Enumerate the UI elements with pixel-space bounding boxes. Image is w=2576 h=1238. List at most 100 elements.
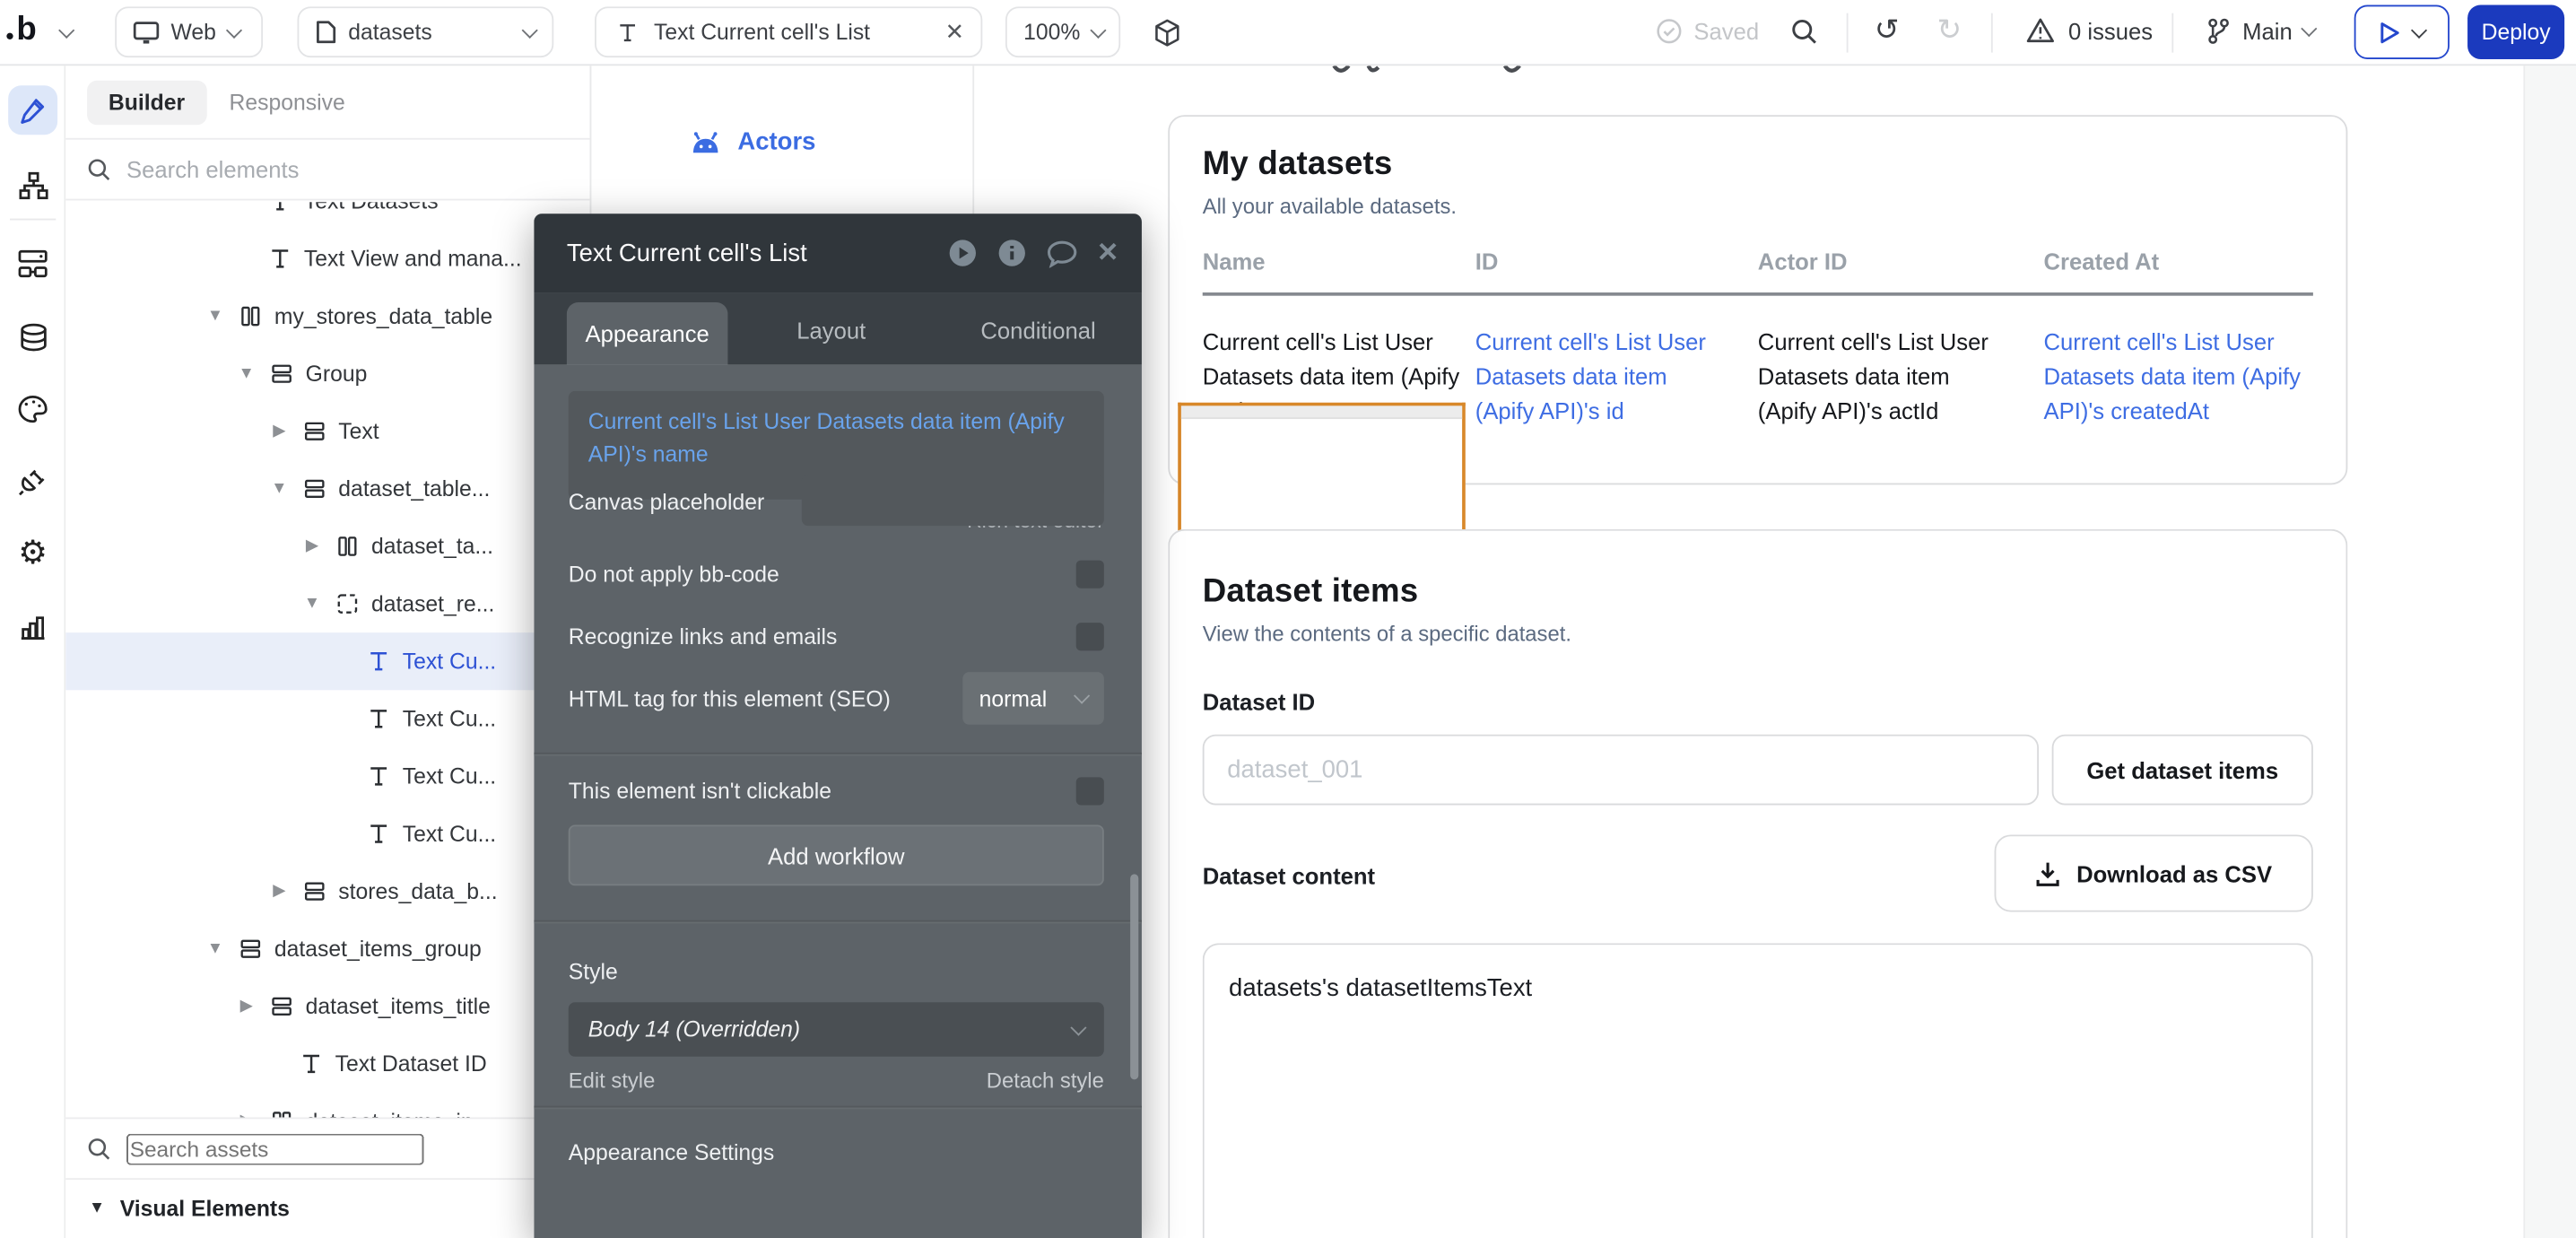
tree-item[interactable]: ▸ Text Datasets (65, 202, 589, 230)
tree-item[interactable]: ▶ stores_data_b... (65, 863, 589, 920)
cell-actor-id[interactable]: Current cell's List User Datasets data i… (1758, 301, 2005, 428)
text-element-icon (363, 704, 393, 734)
caret-right-icon[interactable]: ▶ (269, 883, 289, 901)
caret-down-icon[interactable]: ▼ (302, 595, 322, 613)
caret-down-icon[interactable]: ▼ (205, 308, 225, 326)
get-dataset-items-button[interactable]: Get dataset items (2052, 735, 2313, 806)
caret-down-icon[interactable]: ▼ (237, 365, 257, 383)
column-header: Created At (2044, 248, 2320, 275)
rail-pages-button[interactable] (8, 161, 57, 210)
bubble-logo[interactable]: b (16, 12, 36, 49)
close-icon[interactable]: ✕ (1097, 237, 1119, 270)
rail-design-button[interactable] (8, 85, 57, 135)
rail-workflow-button[interactable] (8, 239, 57, 288)
style-dropdown[interactable]: Body 14 (Overridden) (569, 1002, 1104, 1056)
caret-down-icon[interactable]: ▼ (205, 940, 225, 958)
page-selector[interactable]: datasets (298, 6, 554, 57)
undo-icon[interactable]: ↺ (1875, 13, 1900, 48)
visual-elements-section[interactable]: ▼ Visual Elements (65, 1178, 589, 1238)
html-tag-dropdown[interactable]: normal (962, 672, 1104, 725)
caret-down-icon[interactable]: ▼ (269, 480, 289, 498)
inspector-header[interactable]: Text Current cell's List ✕ (534, 214, 1142, 292)
issues-indicator[interactable]: 0 issues (2025, 16, 2153, 44)
tab-responsive[interactable]: Responsive (230, 90, 345, 114)
tree-item[interactable]: ▼ dataset_re... (65, 575, 589, 632)
element-tab[interactable]: Text Current cell's List ✕ (595, 6, 982, 57)
tab-appearance[interactable]: Appearance (567, 302, 727, 365)
toolbar-divider (1847, 13, 1849, 53)
cell-created-at[interactable]: Current cell's List User Datasets data i… (2044, 301, 2320, 428)
deploy-button[interactable]: Deploy (2467, 4, 2564, 58)
section-divider (534, 753, 1142, 754)
chevron-down-icon (2411, 22, 2427, 38)
columns-element-icon (266, 1107, 296, 1118)
edit-style-link[interactable]: Edit style (569, 1068, 656, 1093)
search-elements-input[interactable] (126, 156, 504, 182)
plug-icon (16, 465, 49, 498)
tree-item[interactable]: ▶ dataset_ta... (65, 518, 589, 575)
rail-settings-button[interactable]: ⚙ (8, 529, 57, 579)
tree-item[interactable]: ▸ Text View and mana... (65, 230, 589, 287)
not-clickable-checkbox[interactable] (1076, 777, 1104, 805)
branch-selector[interactable]: Main (2205, 16, 2315, 46)
tree-item[interactable]: ▸ Text Cu... (65, 747, 589, 805)
caret-right-icon[interactable]: ▶ (302, 537, 322, 555)
element-tree: ▸ Text Datasets ▸ Text View and mana... … (65, 202, 589, 1117)
add-workflow-button[interactable]: Add workflow (569, 824, 1104, 885)
search-icon[interactable] (1790, 18, 1818, 46)
selection-grip[interactable] (1181, 405, 1462, 419)
tree-item[interactable]: ▶ dataset_items_in... (65, 1093, 589, 1117)
canvas-placeholder-input[interactable] (802, 475, 1104, 526)
tree-item[interactable]: ▼ my_stores_data_table (65, 288, 589, 345)
sidebar-item-actors[interactable]: Actors (690, 128, 815, 156)
caret-right-icon[interactable]: ▶ (269, 423, 289, 440)
logo-chevron-down-icon[interactable] (58, 22, 74, 39)
preview-button[interactable] (2354, 4, 2450, 58)
tab-builder[interactable]: Builder (87, 80, 206, 124)
inspector-title: Text Current cell's List (567, 239, 947, 266)
dataset-content-text: datasets's datasetItemsText (1229, 974, 1532, 1002)
inspector-scrollbar[interactable] (1130, 874, 1138, 1079)
tree-item[interactable]: ▶ Text (65, 403, 589, 460)
rail-logs-button[interactable] (8, 601, 57, 650)
asset-search (65, 1117, 589, 1178)
saved-status: Saved (1656, 18, 1759, 44)
search-icon (87, 157, 111, 181)
download-csv-button[interactable]: Download as CSV (1995, 834, 2313, 911)
tab-layout[interactable]: Layout (727, 317, 935, 364)
tree-item[interactable]: ▼ dataset_table... (65, 460, 589, 518)
close-icon[interactable]: ✕ (945, 18, 964, 46)
branch-label: Main (2242, 18, 2293, 44)
palette-icon (16, 395, 49, 424)
bb-code-checkbox[interactable] (1076, 561, 1104, 588)
rows-element-icon (299, 416, 328, 446)
links-emails-checkbox[interactable] (1076, 623, 1104, 650)
detach-style-link[interactable]: Detach style (987, 1068, 1104, 1093)
caret-right-icon[interactable]: ▶ (237, 998, 257, 1016)
dataset-id-input[interactable] (1203, 735, 2039, 806)
tree-item[interactable]: ▸ Text Cu... (65, 805, 589, 862)
run-icon[interactable] (947, 239, 977, 268)
comment-icon[interactable] (1046, 239, 1077, 266)
tree-item[interactable]: ▼ dataset_items_group (65, 920, 589, 978)
style-label: Style (569, 960, 618, 984)
rail-data-button[interactable] (8, 312, 57, 362)
tree-item[interactable]: ▼ Group (65, 345, 589, 403)
rail-plugins-button[interactable] (8, 457, 57, 506)
tree-item[interactable]: ▸ Text Cu... (65, 690, 589, 747)
tree-item[interactable]: ▶ dataset_items_title (65, 978, 589, 1035)
platform-selector[interactable]: Web (115, 6, 263, 57)
search-assets-input[interactable] (126, 1133, 424, 1164)
redo-icon: ↻ (1936, 13, 1962, 48)
tree-item[interactable]: ▸ Text Dataset ID (65, 1035, 589, 1093)
rail-styles-button[interactable] (8, 385, 57, 434)
info-icon[interactable] (996, 239, 1026, 268)
tab-conditional[interactable]: Conditional (935, 317, 1142, 364)
zoom-selector[interactable]: 100% (1005, 6, 1120, 57)
selected-element-outline[interactable] (1178, 403, 1466, 545)
text-element-icon (613, 17, 642, 47)
tree-item-selected[interactable]: ▸ Text Cu... (65, 632, 589, 690)
app-root: b Web datasets Text Current cell's List … (0, 0, 2576, 1238)
package-icon[interactable] (1153, 18, 1181, 48)
cell-id[interactable]: Current cell's List User Datasets data i… (1475, 301, 1725, 428)
